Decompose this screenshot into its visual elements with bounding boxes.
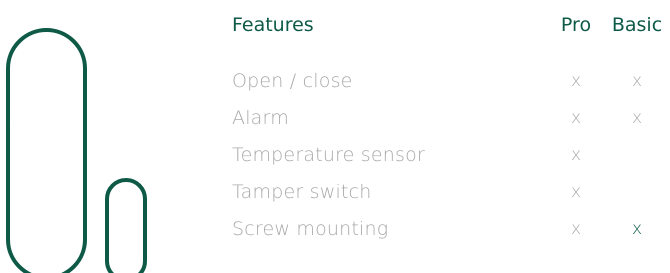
basic-check-mark: x	[631, 71, 643, 91]
feature-name: Tamper switch	[232, 181, 372, 203]
feature-list: Open / close x x Alarm x x Temperature s…	[0, 68, 670, 243]
basic-check-mark: x	[631, 219, 643, 239]
pro-check-mark: x	[570, 219, 582, 239]
pro-check-mark: x	[570, 182, 582, 202]
basic-heading: Basic	[611, 14, 663, 36]
feature-row: Alarm x x	[0, 105, 670, 132]
feature-name: Open / close	[232, 70, 353, 92]
basic-check-mark: x	[631, 108, 643, 128]
pro-check-mark: x	[570, 108, 582, 128]
pro-check-mark: x	[570, 145, 582, 165]
feature-row: Open / close x x	[0, 68, 670, 95]
feature-name: Screw mounting	[232, 218, 389, 240]
feature-name: Temperature sensor	[232, 144, 425, 166]
feature-row: Screw mounting x x	[0, 216, 670, 243]
pro-check-mark: x	[570, 71, 582, 91]
table-header: Features Pro Basic	[0, 10, 670, 40]
feature-row: Tamper switch x	[0, 179, 670, 206]
features-heading: Features	[232, 14, 314, 36]
pro-heading: Pro	[560, 14, 592, 36]
feature-name: Alarm	[232, 107, 289, 129]
feature-row: Temperature sensor x	[0, 142, 670, 169]
